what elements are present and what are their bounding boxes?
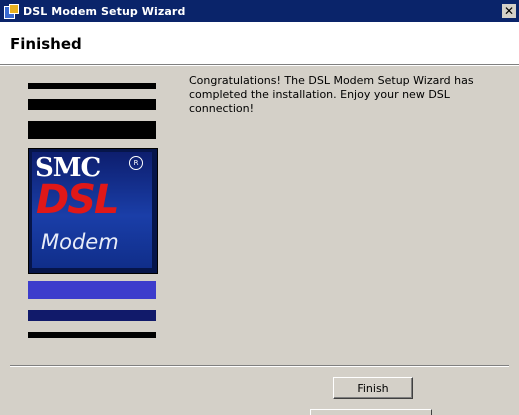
- decor-stripe: [28, 332, 156, 338]
- decor-stripe: [28, 310, 156, 321]
- decor-stripe: [28, 83, 156, 89]
- decor-stripe: [28, 99, 156, 110]
- logo-dsl-text: DSL: [36, 177, 119, 223]
- window-title: DSL Modem Setup Wizard: [23, 4, 186, 18]
- decor-stripe: [28, 121, 156, 139]
- completion-message: Congratulations! The DSL Modem Setup Wiz…: [189, 74, 474, 115]
- wizard-artwork: SMC R DSL Modem: [0, 66, 170, 356]
- logo-modem-text: Modem: [41, 230, 119, 254]
- partial-button-edge: [310, 409, 432, 415]
- decor-stripe: [28, 281, 156, 299]
- finish-button[interactable]: Finish: [333, 377, 413, 399]
- close-button[interactable]: ✕: [502, 4, 516, 18]
- registered-mark-icon: R: [129, 156, 143, 170]
- close-icon: ✕: [503, 4, 515, 18]
- wizard-window: DSL Modem Setup Wizard ✕ Finished SMC R …: [0, 0, 519, 415]
- setup-app-icon: [3, 3, 19, 19]
- footer-separator: [10, 365, 509, 367]
- wizard-header: Finished: [0, 22, 519, 65]
- title-bar[interactable]: DSL Modem Setup Wizard ✕: [0, 0, 519, 22]
- smc-dsl-modem-logo: SMC R DSL Modem: [28, 148, 158, 274]
- page-title: Finished: [10, 35, 82, 53]
